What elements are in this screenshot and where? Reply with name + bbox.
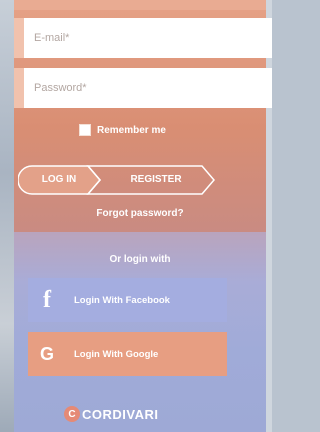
email-field-accent — [14, 18, 24, 58]
remember-me-row[interactable]: Remember me — [79, 124, 166, 136]
remember-me-label: Remember me — [97, 124, 166, 136]
panel-top-strip — [14, 0, 266, 10]
password-field-accent — [14, 68, 24, 108]
brand-logo: C CORDIVARI — [64, 405, 158, 423]
email-field[interactable] — [24, 18, 272, 58]
tab-login[interactable]: LOG IN — [18, 165, 100, 195]
facebook-icon: f — [43, 286, 51, 313]
google-icon: G — [39, 343, 54, 364]
or-login-with-label: Or login with — [109, 254, 171, 265]
brand-mark-icon: C — [64, 406, 80, 422]
login-google-label: Login With Google — [74, 348, 159, 360]
password-field[interactable] — [24, 68, 272, 108]
background-photo-right — [266, 0, 272, 432]
background-photo-left — [0, 0, 14, 432]
login-facebook-label: Login With Facebook — [74, 294, 170, 306]
auth-tab-switcher: LOG IN REGISTER — [18, 165, 215, 195]
brand-name: CORDIVARI — [82, 406, 159, 422]
forgot-password-link[interactable]: Forgot password? — [14, 208, 266, 219]
tab-register[interactable]: REGISTER — [100, 165, 212, 195]
login-facebook-button[interactable]: f Login With Facebook — [28, 278, 227, 322]
remember-me-checkbox[interactable] — [79, 124, 91, 136]
login-google-button[interactable]: G Login With Google — [28, 332, 227, 376]
